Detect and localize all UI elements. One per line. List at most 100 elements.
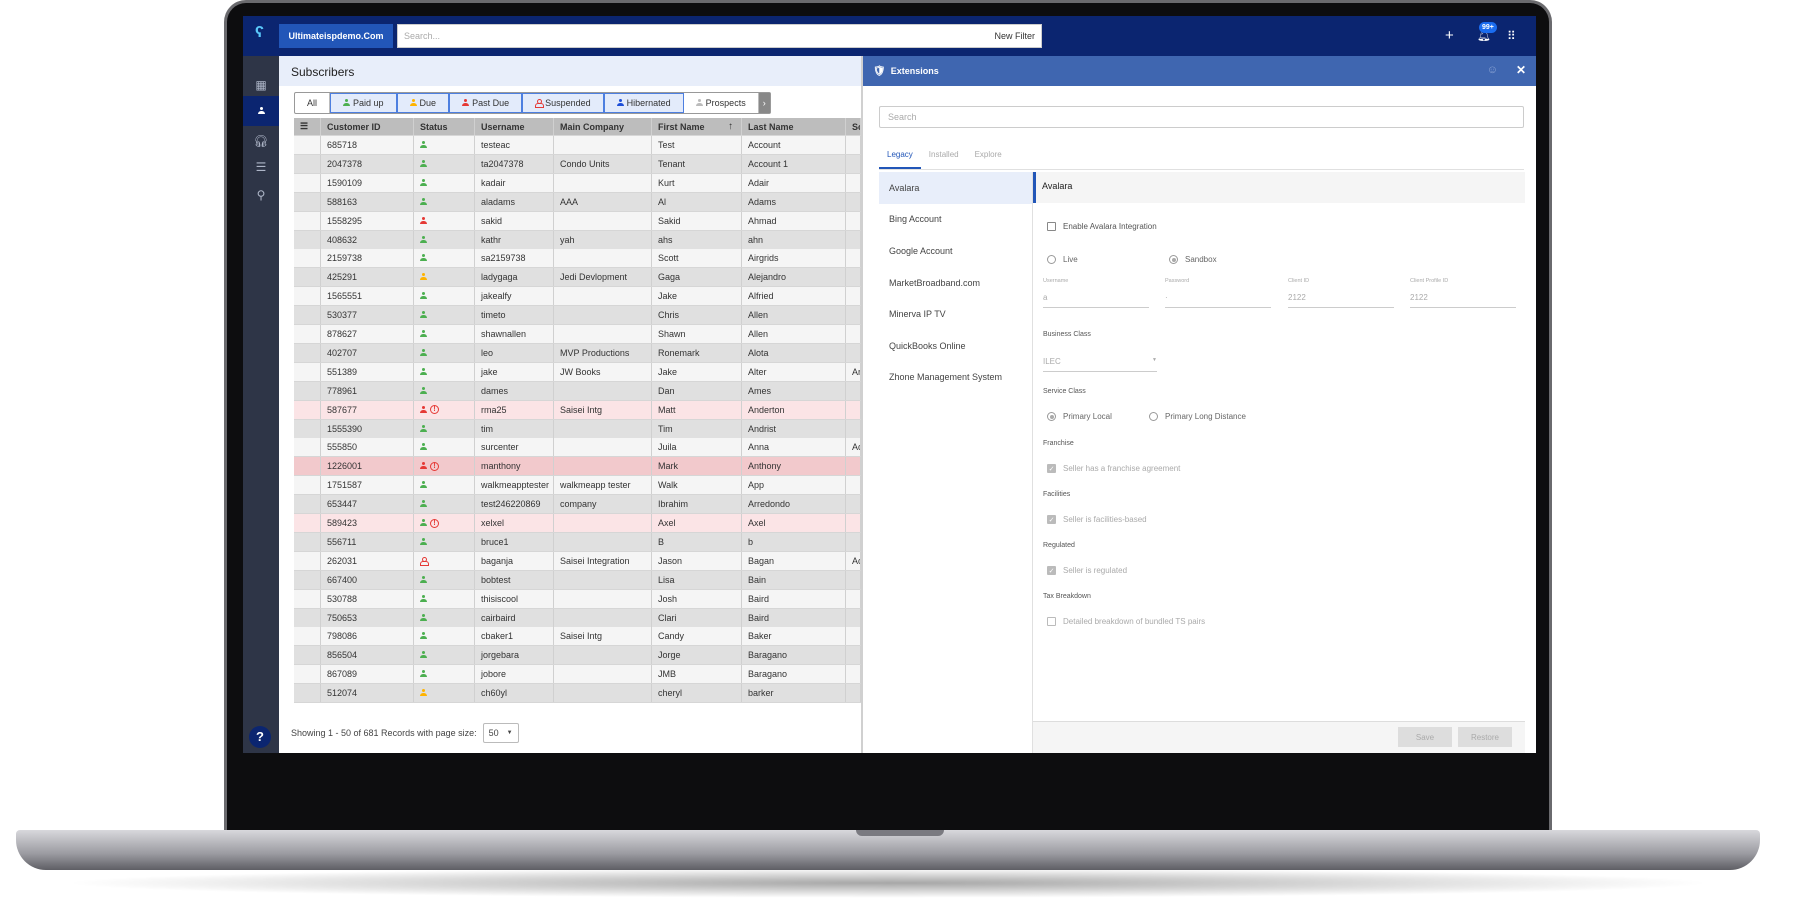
- row-select-cell[interactable]: [294, 608, 321, 627]
- column-header-customer-id[interactable]: Customer ID: [321, 118, 414, 135]
- client-profile-id-field[interactable]: 2122: [1410, 288, 1516, 308]
- save-button[interactable]: Save: [1398, 727, 1452, 747]
- extension-item-avalara[interactable]: Avalara: [879, 172, 1032, 204]
- filter-scroll-right-button[interactable]: ›: [758, 93, 770, 113]
- radio-primary-local[interactable]: Primary Local: [1047, 412, 1112, 421]
- row-select-cell[interactable]: [294, 400, 321, 419]
- row-select-cell[interactable]: [294, 665, 321, 684]
- filter-tab-prospects[interactable]: Prospects: [684, 93, 759, 113]
- subscribers-icon[interactable]: [243, 96, 279, 126]
- row-select-cell[interactable]: [294, 306, 321, 325]
- radio-live[interactable]: Live: [1047, 255, 1078, 264]
- filter-tab-past-due[interactable]: Past Due: [449, 93, 523, 113]
- table-row[interactable]: 1555390 tim Tim Andrist: [294, 419, 861, 439]
- table-row[interactable]: 262031 baganja Saisei Integration Jason Baga…: [294, 551, 861, 571]
- row-select-cell[interactable]: [294, 495, 321, 514]
- row-select-cell[interactable]: [294, 343, 321, 362]
- table-row[interactable]: 798086 cbaker1 Saisei Intg Candy Baker: [294, 627, 861, 647]
- row-select-cell[interactable]: [294, 419, 321, 438]
- row-select-cell[interactable]: [294, 457, 321, 476]
- extension-item-google-account[interactable]: Google Account: [879, 235, 1032, 267]
- row-select-cell[interactable]: [294, 173, 321, 192]
- page-size-select[interactable]: 50 ▼: [482, 723, 519, 743]
- extension-item-quickbooks-online[interactable]: QuickBooks Online: [879, 330, 1032, 362]
- row-select-cell[interactable]: [294, 589, 321, 608]
- row-select-cell[interactable]: [294, 514, 321, 532]
- table-row[interactable]: 587677! rma25 Saisei Intg Matt Anderton: [294, 400, 861, 420]
- table-row[interactable]: 2159738 sa2159738 Scott Airgrids: [294, 249, 861, 269]
- tax-breakdown-checkbox[interactable]: Detailed breakdown of bundled TS pairs: [1047, 617, 1205, 626]
- column-menu-icon[interactable]: ☰: [294, 118, 321, 135]
- radio-primary-long-distance[interactable]: Primary Long Distance: [1149, 412, 1246, 421]
- table-row[interactable]: 1590109 kadair Kurt Adair: [294, 173, 861, 193]
- row-select-cell[interactable]: [294, 646, 321, 665]
- tab-legacy[interactable]: Legacy: [879, 146, 921, 169]
- table-row[interactable]: 551389 jake JW Books Jake Alter Ar: [294, 362, 861, 382]
- table-row[interactable]: 856504 jorgebara Jorge Baragano: [294, 646, 861, 666]
- table-row[interactable]: 653447 test246220869 company Ibrahim Arredon…: [294, 495, 861, 515]
- smiley-icon[interactable]: ☺: [1487, 64, 1498, 76]
- column-header-last-name[interactable]: Last Name: [742, 118, 846, 135]
- column-header-username[interactable]: Username: [475, 118, 554, 135]
- table-row[interactable]: 530377 timeto Chris Allen: [294, 306, 861, 326]
- table-row[interactable]: 1558295 sakid Sakid Ahmad: [294, 211, 861, 231]
- enable-integration-checkbox[interactable]: Enable Avalara Integration: [1047, 222, 1157, 231]
- column-header-sc[interactable]: Sc: [846, 118, 861, 135]
- column-header-status[interactable]: Status: [414, 118, 475, 135]
- extension-item-marketbroadband-com[interactable]: MarketBroadband.com: [879, 267, 1032, 299]
- row-select-cell[interactable]: [294, 249, 321, 268]
- sort-ascending-icon[interactable]: ↑: [728, 121, 733, 132]
- table-row[interactable]: 867089 jobore JMB Baragano: [294, 665, 861, 685]
- row-select-cell[interactable]: [294, 532, 321, 551]
- row-select-cell[interactable]: [294, 192, 321, 211]
- row-select-cell[interactable]: [294, 268, 321, 287]
- row-select-cell[interactable]: [294, 381, 321, 400]
- new-filter-button[interactable]: New Filter: [994, 31, 1035, 41]
- list-icon[interactable]: ☰: [243, 152, 279, 182]
- table-row[interactable]: 408632 kathr yah ahs ahn: [294, 230, 861, 250]
- close-icon[interactable]: ✕: [1516, 63, 1526, 77]
- row-select-cell[interactable]: [294, 136, 321, 154]
- radio-sandbox[interactable]: Sandbox: [1169, 255, 1217, 264]
- filter-tab-hibernated[interactable]: Hibernated: [603, 93, 684, 113]
- password-field[interactable]: ·: [1165, 288, 1271, 308]
- extension-item-zhone-management-system[interactable]: Zhone Management System: [879, 362, 1032, 394]
- table-row[interactable]: 555850 surcenter JuilaAnnaAc: [294, 438, 861, 458]
- domain-button[interactable]: Ultimateispdemo.Com: [279, 24, 393, 48]
- extension-item-bing-account[interactable]: Bing Account: [879, 204, 1032, 236]
- regulated-checkbox[interactable]: ✓ Seller is regulated: [1047, 566, 1127, 575]
- table-row[interactable]: 2047378 ta2047378 Condo Units Tenant Account…: [294, 154, 861, 174]
- global-search-input[interactable]: Search... New Filter: [397, 24, 1042, 48]
- table-row[interactable]: 878627 shawnallen Shawn Allen: [294, 325, 861, 344]
- tab-installed[interactable]: Installed: [921, 146, 967, 169]
- row-select-cell[interactable]: [294, 287, 321, 306]
- table-row[interactable]: 556711 bruce1 Bb: [294, 532, 861, 552]
- table-row[interactable]: 588163 aladams AAA Al Adams: [294, 192, 861, 212]
- row-select-cell[interactable]: [294, 325, 321, 343]
- row-select-cell[interactable]: [294, 684, 321, 703]
- row-select-cell[interactable]: [294, 438, 321, 457]
- row-select-cell[interactable]: [294, 570, 321, 589]
- table-row[interactable]: 589423! xelxel Axel Axel: [294, 514, 861, 533]
- column-header-main-company[interactable]: Main Company: [554, 118, 652, 135]
- facilities-checkbox[interactable]: ✓ Seller is facilities-based: [1047, 515, 1147, 524]
- add-icon[interactable]: +: [1445, 26, 1454, 46]
- restore-button[interactable]: Restore: [1458, 727, 1512, 747]
- table-row[interactable]: 750653 cairbaird Clari Baird: [294, 608, 861, 628]
- extensions-search-input[interactable]: Search: [879, 106, 1524, 128]
- row-select-cell[interactable]: [294, 154, 321, 173]
- table-row[interactable]: 778961 dames Dan Ames: [294, 381, 861, 401]
- row-select-cell[interactable]: [294, 211, 321, 230]
- filter-tab-paid-up[interactable]: Paid up: [330, 93, 397, 113]
- filter-tab-due[interactable]: Due: [396, 93, 450, 113]
- table-row[interactable]: 1565551 jakealfy Jake Alfried: [294, 287, 861, 307]
- extension-item-minerva-ip-tv[interactable]: Minerva IP TV: [879, 298, 1032, 330]
- table-row[interactable]: 512074 ch60yl cheryl barker: [294, 684, 861, 704]
- table-row[interactable]: 685718 testeac Test Account: [294, 136, 861, 155]
- table-row[interactable]: 1226001! manthony Mark Anthony: [294, 457, 861, 477]
- row-select-cell[interactable]: [294, 476, 321, 495]
- username-field[interactable]: a: [1043, 288, 1149, 308]
- table-row[interactable]: 425291 ladygaga Jedi Devlopment Gaga Alejand…: [294, 268, 861, 288]
- tab-explore[interactable]: Explore: [967, 146, 1010, 169]
- business-class-select[interactable]: ILEC ▼: [1043, 352, 1157, 372]
